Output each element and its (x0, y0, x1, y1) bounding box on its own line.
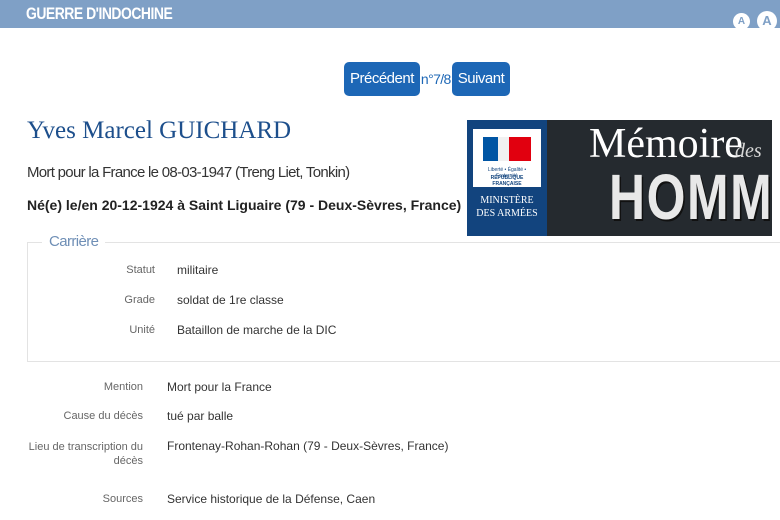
memoire-des-hommes-logo[interactable]: Liberté • Égalité • Fraternité RÉPUBLIQU… (467, 120, 772, 236)
career-legend: Carrière (42, 233, 106, 250)
field-value: Frontenay-Rohan-Rohan (79 - Deux-Sèvres,… (167, 439, 449, 453)
previous-button[interactable]: Précédent (344, 62, 420, 96)
font-increase-button[interactable]: A (757, 11, 777, 31)
field-value: tué par balle (167, 409, 234, 423)
birth-info: Né(e) le/en 20-12-1924 à Saint Liguaire … (27, 197, 462, 213)
record-pager: Précédent n°7/8 Suivant (344, 62, 511, 96)
field-label: Cause du décès (63, 410, 144, 422)
person-name: Yves Marcel GUICHARD (27, 117, 292, 144)
logo-hommes: HOMMES (609, 161, 772, 233)
field-label: Mention (103, 381, 143, 393)
site-header: GUERRE D'INDOCHINE A A (0, 0, 780, 31)
ministry-name: MINISTÈRE DES ARMÉES (476, 195, 538, 219)
death-info: Mort pour la France le 08-03-1947 (Treng… (27, 164, 350, 181)
field-label: Lieu de transcription du décès (28, 441, 143, 467)
field-label: Grade (124, 294, 155, 306)
marianne-logo: Liberté • Égalité • Fraternité RÉPUBLIQU… (473, 129, 541, 187)
field-value: militaire (177, 263, 219, 277)
record-position: n°7/8 (420, 71, 451, 87)
field-label: Unité (129, 324, 155, 336)
field-label: Sources (102, 493, 143, 505)
ministry-block: Liberté • Égalité • Fraternité RÉPUBLIQU… (467, 120, 547, 236)
section-title[interactable]: GUERRE D'INDOCHINE (26, 4, 173, 24)
career-fieldset: Carrière Statut militaire Grade soldat d… (27, 233, 780, 362)
field-value: Service historique de la Défense, Caen (167, 492, 376, 506)
next-button[interactable]: Suivant (451, 62, 511, 96)
field-value: Bataillon de marche de la DIC (177, 323, 337, 337)
republic-name: RÉPUBLIQUE FRANÇAISE (490, 175, 524, 187)
field-value: soldat de 1re classe (177, 293, 284, 307)
field-value: Mort pour la France (167, 380, 272, 394)
font-decrease-button[interactable]: A (733, 13, 750, 30)
field-label: Statut (126, 264, 155, 276)
